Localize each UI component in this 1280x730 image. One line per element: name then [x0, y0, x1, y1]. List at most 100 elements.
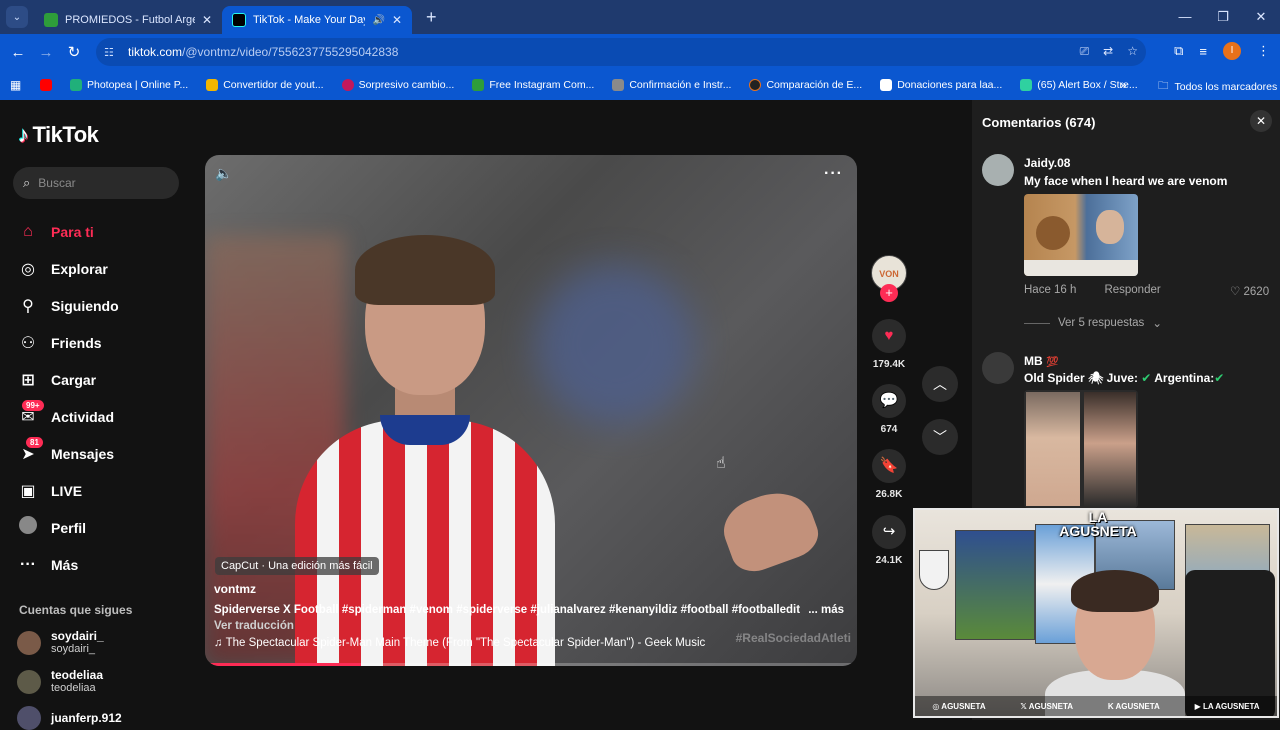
bookmarks-overflow-button[interactable]: »: [1120, 78, 1127, 92]
browser-tab-tiktok[interactable]: TikTok - Make Your Day 🔊 ✕: [222, 6, 412, 34]
like-button[interactable]: ♥ 179.4K: [868, 319, 910, 370]
cast-icon[interactable]: ⎚: [1080, 44, 1090, 59]
document-icon: [612, 79, 625, 91]
following-account[interactable]: soydairi_ soydairi_: [17, 629, 104, 656]
sidebar-item-perfil[interactable]: Perfil: [18, 509, 119, 546]
comment-username[interactable]: Jaidy.08: [1024, 156, 1070, 170]
description-more-link[interactable]: ... más: [808, 604, 844, 616]
forward-button[interactable]: →: [32, 44, 60, 61]
compass-icon: ◎: [21, 260, 35, 278]
sidebar-item-para-ti[interactable]: ⌂ Para ti: [18, 213, 119, 250]
comment-text: Old Spider 🕷 Juve: ✔ Argentina:✔: [1024, 371, 1225, 385]
sidebar-item-mensajes[interactable]: ➤ 81 Mensajes: [18, 435, 119, 472]
sidebar-nav: ⌂ Para ti ◎ Explorar ⚲ Siguiendo ⚇ Friends ⊞…: [18, 213, 119, 583]
comment-image[interactable]: [1024, 390, 1138, 508]
mouse-cursor-icon: ☝: [716, 455, 726, 472]
previous-video-button[interactable]: ︿: [922, 366, 958, 402]
apps-grid-icon[interactable]: ▦: [10, 78, 26, 92]
replies-divider: [1024, 322, 1050, 324]
video-progress-bar[interactable]: [205, 663, 857, 666]
club-crest: [919, 550, 949, 590]
video-watermark: #RealSociedadAtleti: [735, 631, 851, 645]
background-figure: [535, 265, 695, 425]
video-music[interactable]: ♫ The Spectacular Spider-Man Main Theme …: [214, 637, 705, 649]
sidebar-item-actividad[interactable]: ✉ 99+ Actividad: [18, 398, 119, 435]
avatar[interactable]: [982, 352, 1014, 384]
bookmark-item[interactable]: Confirmación e Instr...: [612, 79, 731, 91]
bookmark-item[interactable]: Donaciones para laa...: [880, 79, 1002, 91]
reload-button[interactable]: ↻: [60, 43, 88, 61]
volume-icon[interactable]: 🔈: [215, 165, 232, 182]
sidebar-item-mas[interactable]: ··· Más: [18, 546, 119, 583]
channel-logo: LA AGUSNETA: [1059, 509, 1137, 539]
browser-toolbar: ← → ↻ ☷ tiktok.com/@vontmz/video/7556237…: [0, 34, 1280, 70]
donation-icon: [880, 79, 893, 91]
bookmark-item[interactable]: Free Instagram Com...: [472, 79, 594, 91]
live-icon: ▣: [20, 482, 36, 500]
following-account[interactable]: teodeliaa teodeliaa: [17, 668, 103, 695]
bookmark-item[interactable]: Comparación de E...: [749, 79, 862, 91]
capcut-tag[interactable]: CapCut · Una edición más fácil: [215, 557, 379, 575]
search-input[interactable]: ⌕ Buscar: [13, 167, 179, 199]
browser-menu-icon[interactable]: ⋮: [1257, 43, 1270, 59]
minimize-button[interactable]: —: [1166, 0, 1204, 34]
converter-icon: [206, 79, 219, 91]
share-button[interactable]: ↪ 24.1K: [868, 515, 910, 566]
comment-image[interactable]: [1024, 194, 1138, 276]
kick-handle: K AGUSNETA: [1107, 701, 1160, 711]
sidebar-item-cargar[interactable]: ⊞ Cargar: [18, 361, 119, 398]
photopea-icon: [70, 79, 82, 91]
tab-close-icon[interactable]: ✕: [202, 13, 212, 27]
next-video-button[interactable]: ﹀: [922, 419, 958, 455]
video-more-icon[interactable]: ···: [824, 165, 843, 183]
sidebar-item-siguiendo[interactable]: ⚲ Siguiendo: [18, 287, 119, 324]
save-button[interactable]: 🔖 26.8K: [868, 449, 910, 500]
tiktok-page: ♪ TikTok ⌕ Buscar ⌂ Para ti ◎ Explorar ⚲ Si…: [0, 100, 1280, 730]
bookmark-star-icon[interactable]: ☆: [1127, 44, 1138, 59]
profile-avatar[interactable]: I: [1223, 42, 1241, 60]
back-button[interactable]: ←: [4, 44, 32, 61]
browser-tab-promiedos[interactable]: PROMIEDOS - Futbol Argentino ✕: [34, 6, 222, 34]
new-tab-button[interactable]: +: [426, 7, 437, 28]
sidebar-item-explorar[interactable]: ◎ Explorar: [18, 250, 119, 287]
heart-outline-icon: ♡: [1230, 286, 1244, 298]
bookmark-icon: 🔖: [872, 449, 906, 483]
media-controls-icon[interactable]: ≡: [1199, 44, 1207, 59]
see-translation-link[interactable]: Ver traducción: [214, 620, 294, 632]
close-comments-button[interactable]: ✕: [1250, 110, 1272, 132]
tiktok-logo[interactable]: ♪ TikTok: [18, 122, 99, 148]
window-close-button[interactable]: ✕: [1242, 0, 1280, 34]
search-placeholder: Buscar: [38, 176, 76, 190]
bookmark-item[interactable]: Sorpresivo cambio...: [341, 79, 454, 91]
comment-button[interactable]: 💬 674: [868, 384, 910, 435]
bookmark-item[interactable]: Convertidor de yout...: [206, 79, 324, 91]
activity-badge: 99+: [22, 400, 44, 411]
avatar[interactable]: [982, 154, 1014, 186]
tab-close-icon[interactable]: ✕: [392, 13, 402, 27]
heart-icon: ♥: [872, 319, 906, 353]
video-player[interactable]: 🔈 ··· CapCut · Una edición más fácil von…: [205, 155, 857, 666]
bookmark-item[interactable]: Photopea | Online P...: [70, 79, 188, 91]
following-section-title: Cuentas que sigues: [19, 603, 133, 617]
comment-time: Hace 16 h: [1024, 284, 1077, 296]
site-info-icon[interactable]: ☷: [104, 46, 120, 59]
extensions-icon[interactable]: ⧉: [1174, 43, 1183, 59]
tab-audio-icon[interactable]: 🔊: [372, 15, 384, 26]
messages-badge: 81: [26, 437, 43, 448]
sidebar-item-friends[interactable]: ⚇ Friends: [18, 324, 119, 361]
more-icon: ···: [20, 555, 36, 573]
maximize-button[interactable]: ❐: [1204, 0, 1242, 34]
video-author[interactable]: vontmz: [214, 582, 256, 596]
view-replies-button[interactable]: Ver 5 respuestas ⌄: [1024, 316, 1162, 330]
translate-icon[interactable]: ⇄: [1103, 44, 1113, 59]
reply-button[interactable]: Responder: [1104, 284, 1160, 296]
comment-username[interactable]: MB 💯: [1024, 354, 1058, 368]
tab-search-button[interactable]: ⌄: [6, 6, 28, 28]
bookmark-youtube[interactable]: [40, 79, 52, 91]
sidebar-item-live[interactable]: ▣ LIVE: [18, 472, 119, 509]
address-bar[interactable]: ☷ tiktok.com/@vontmz/video/7556237755295…: [96, 38, 1146, 66]
follow-plus-icon[interactable]: +: [880, 284, 898, 302]
comment-like-button[interactable]: ♡ 2620: [1230, 284, 1269, 298]
all-bookmarks-button[interactable]: 🗀 Todos los marcadores: [1158, 78, 1277, 96]
following-account[interactable]: juanferp.912: [17, 706, 122, 730]
